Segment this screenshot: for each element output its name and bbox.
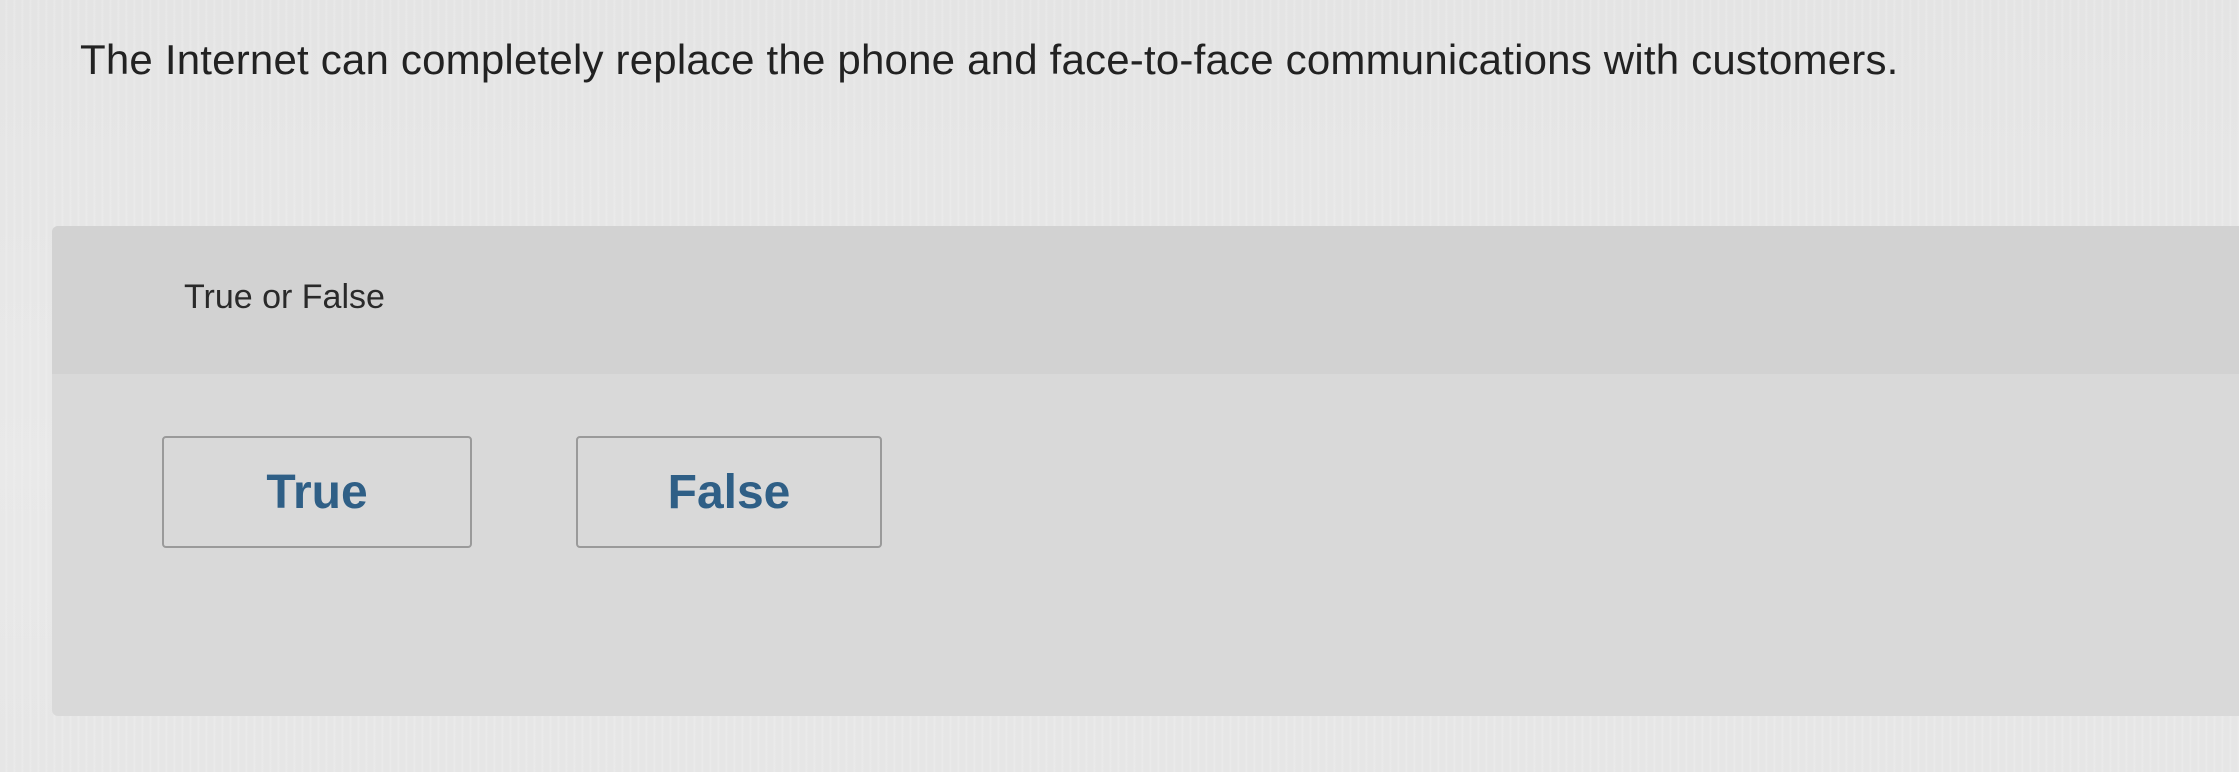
true-button[interactable]: True xyxy=(162,436,472,548)
false-button[interactable]: False xyxy=(576,436,882,548)
instruction-band: True or False xyxy=(52,226,2239,374)
false-button-label: False xyxy=(667,465,791,519)
question-prompt: The Internet can completely replace the … xyxy=(80,36,1899,83)
screen-background: The Internet can completely replace the … xyxy=(0,0,2239,772)
answer-instruction: True or False xyxy=(184,278,385,316)
answer-panel: True or False True False xyxy=(52,226,2239,716)
true-button-label: True xyxy=(266,465,368,519)
